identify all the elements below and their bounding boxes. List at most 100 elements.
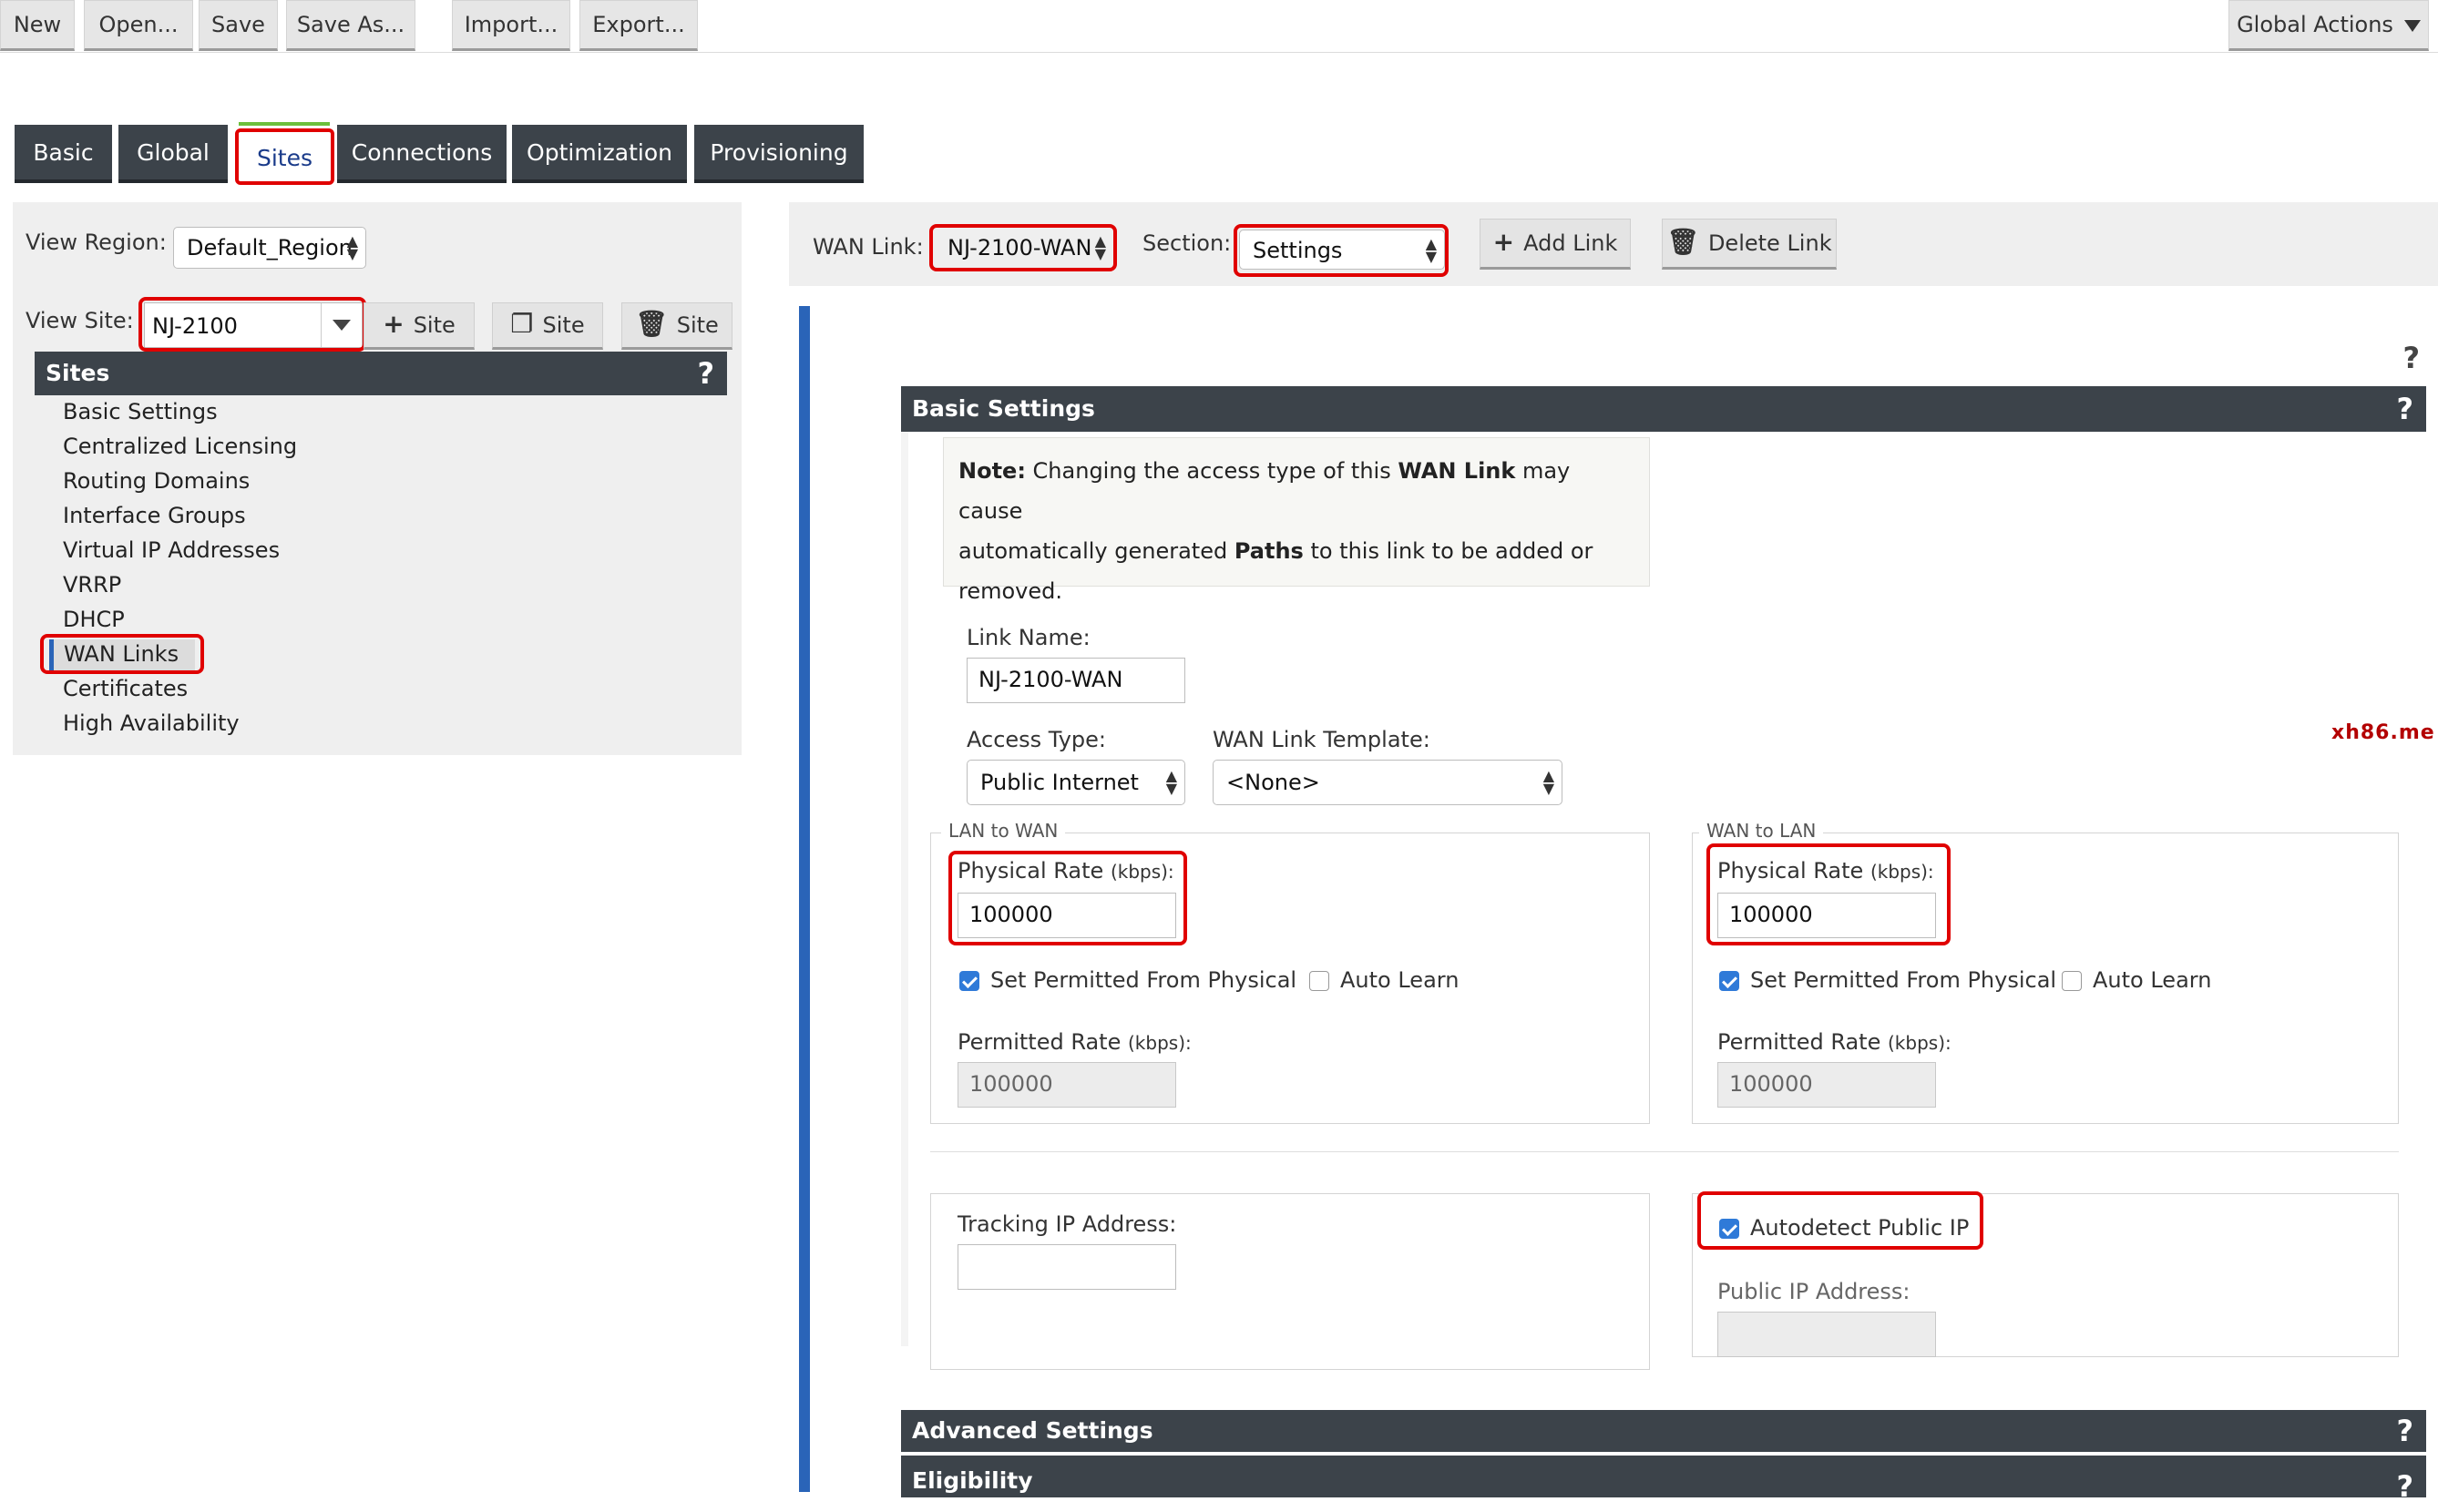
global-actions-button[interactable]: Global Actions — [2228, 0, 2429, 51]
delete-link-label: Delete Link — [1707, 230, 1832, 256]
wan-permitted-rate-label: Permitted Rate (kbps): — [1717, 1029, 1951, 1055]
access-type-select[interactable]: Public Internet ▲ ▼ — [967, 760, 1185, 805]
highlight-view-site — [138, 297, 366, 352]
wan-to-lan-legend: WAN to LAN — [1699, 820, 1824, 842]
copy-site-button[interactable]: ❐ Site — [492, 302, 603, 350]
tab-basic[interactable]: Basic — [15, 125, 112, 183]
nav-routing-domains[interactable]: Routing Domains — [63, 468, 250, 494]
sites-header: Sites ? — [35, 352, 727, 395]
section-label: Section: — [1142, 230, 1232, 256]
tab-provisioning[interactable]: Provisioning — [694, 125, 864, 183]
tracking-ip-label: Tracking IP Address: — [958, 1211, 1177, 1237]
plus-icon: + — [383, 309, 405, 339]
new-button[interactable]: New — [0, 0, 75, 51]
help-icon[interactable]: ? — [2396, 1410, 2413, 1452]
note-line-1: Note: Changing the access type of this W… — [958, 458, 1571, 524]
wan-permitted-rate-input[interactable]: 100000 — [1717, 1062, 1936, 1108]
sites-header-label: Sites — [46, 360, 110, 386]
add-site-button[interactable]: + Site — [364, 302, 475, 350]
eligibility-header[interactable]: Eligibility ? — [901, 1456, 2426, 1504]
highlight-section — [1234, 224, 1449, 277]
global-actions-label: Global Actions — [2237, 12, 2393, 37]
access-type-label: Access Type: — [967, 727, 1106, 752]
lan-auto-learn-checkbox[interactable] — [1309, 971, 1329, 991]
link-name-label: Link Name: — [967, 625, 1091, 650]
wan-link-toolbar: WAN Link: NJ-2100-WAN ▲ ▼ Section: Settin… — [789, 202, 2438, 286]
public-ip-label: Public IP Address: — [1717, 1279, 1910, 1304]
public-ip-input[interactable] — [1717, 1312, 1936, 1357]
view-region-select[interactable]: Default_Region ▲ ▼ — [173, 227, 366, 269]
nav-vrrp[interactable]: VRRP — [63, 572, 121, 598]
left-panel: View Region: Default_Region ▲ ▼ View Site… — [13, 202, 742, 755]
note-line-2: automatically generated Paths to this li… — [958, 538, 1593, 564]
updown-icon: ▲ ▼ — [346, 232, 358, 262]
note-box: Note: Changing the access type of this W… — [943, 437, 1650, 604]
active-tab-indicator — [239, 122, 330, 126]
help-icon[interactable]: ? — [697, 352, 714, 395]
highlight-wan-physical — [1706, 843, 1951, 945]
divider — [930, 1151, 2399, 1152]
add-link-button[interactable]: + Add Link — [1480, 219, 1631, 270]
lan-permitted-rate-input[interactable]: 100000 — [958, 1062, 1176, 1108]
nav-virtual-ip-addresses[interactable]: Virtual IP Addresses — [63, 537, 280, 563]
lan-set-permitted-checkbox[interactable] — [959, 971, 979, 991]
link-name-input[interactable]: NJ-2100-WAN — [967, 658, 1185, 703]
tab-sites[interactable]: Sites — [235, 128, 334, 185]
wan-link-template-label: WAN Link Template: — [1213, 727, 1430, 752]
open-button[interactable]: Open... — [84, 0, 193, 51]
nav-interface-groups[interactable]: Interface Groups — [63, 503, 246, 528]
highlight-wan-link — [929, 224, 1117, 271]
copy-icon: ❐ — [510, 309, 534, 339]
delete-link-button[interactable]: 🗑 Delete Link — [1662, 219, 1837, 270]
delete-site-button[interactable]: 🗑 Site — [621, 302, 732, 350]
lan-set-permitted-label: Set Permitted From Physical — [990, 967, 1297, 993]
tracking-ip-input[interactable] — [958, 1244, 1176, 1290]
highlight-autodetect — [1697, 1191, 1983, 1250]
basic-settings-title: Basic Settings — [912, 395, 1095, 422]
lan-to-wan-legend: LAN to WAN — [941, 820, 1066, 842]
help-icon[interactable]: ? — [2396, 1461, 2413, 1512]
trash-icon: 🗑 — [1666, 227, 1699, 257]
wan-set-permitted-checkbox[interactable] — [1719, 971, 1739, 991]
nav-centralized-licensing[interactable]: Centralized Licensing — [63, 434, 297, 459]
wan-link-template-select[interactable]: <None> ▲ ▼ — [1213, 760, 1562, 805]
add-site-label: Site — [413, 312, 456, 338]
wan-set-permitted-label: Set Permitted From Physical — [1750, 967, 2057, 993]
advanced-settings-header[interactable]: Advanced Settings ? — [901, 1410, 2426, 1452]
lan-permitted-rate-label: Permitted Rate (kbps): — [958, 1029, 1192, 1055]
content-panel: ? Basic Settings ? Note: Changing the ac… — [799, 306, 2438, 1504]
updown-icon: ▲ ▼ — [1542, 767, 1554, 797]
view-region-label: View Region: — [26, 230, 167, 255]
caret-down-icon — [2403, 19, 2421, 32]
help-icon[interactable]: ? — [2396, 386, 2413, 432]
access-type-value: Public Internet — [980, 770, 1139, 795]
wan-auto-learn-checkbox[interactable] — [2062, 971, 2082, 991]
trash-icon: 🗑 — [635, 309, 668, 339]
advanced-settings-title: Advanced Settings — [912, 1417, 1153, 1444]
wan-link-label: WAN Link: — [813, 234, 924, 260]
basic-settings-body: Note: Changing the access type of this W… — [901, 432, 2434, 1370]
tab-optimization[interactable]: Optimization — [512, 125, 687, 183]
delete-site-label: Site — [676, 312, 719, 338]
view-region-value: Default_Region — [187, 235, 353, 261]
note-line-3: removed. — [958, 578, 1062, 604]
toolbar: New Open... Save Save As... Import... Ex… — [0, 0, 2438, 53]
wan-auto-learn-label: Auto Learn — [2093, 967, 2212, 993]
nav-certificates[interactable]: Certificates — [63, 676, 188, 701]
nav-basic-settings[interactable]: Basic Settings — [63, 399, 218, 424]
basic-settings-header[interactable]: Basic Settings ? — [901, 386, 2426, 432]
import-button[interactable]: Import... — [452, 0, 570, 51]
export-button[interactable]: Export... — [579, 0, 698, 51]
wan-link-template-value: <None> — [1226, 770, 1320, 795]
help-icon[interactable]: ? — [2402, 341, 2420, 375]
nav-high-availability[interactable]: High Availability — [63, 710, 240, 736]
tab-global[interactable]: Global — [118, 125, 228, 183]
view-site-label: View Site: — [26, 308, 134, 333]
save-as-button[interactable]: Save As... — [286, 0, 415, 51]
nav-dhcp[interactable]: DHCP — [63, 607, 125, 632]
eligibility-title: Eligibility — [912, 1467, 1033, 1494]
highlight-lan-physical — [948, 851, 1187, 945]
tab-connections[interactable]: Connections — [337, 125, 507, 183]
save-button[interactable]: Save — [199, 0, 278, 51]
copy-site-label: Site — [542, 312, 585, 338]
